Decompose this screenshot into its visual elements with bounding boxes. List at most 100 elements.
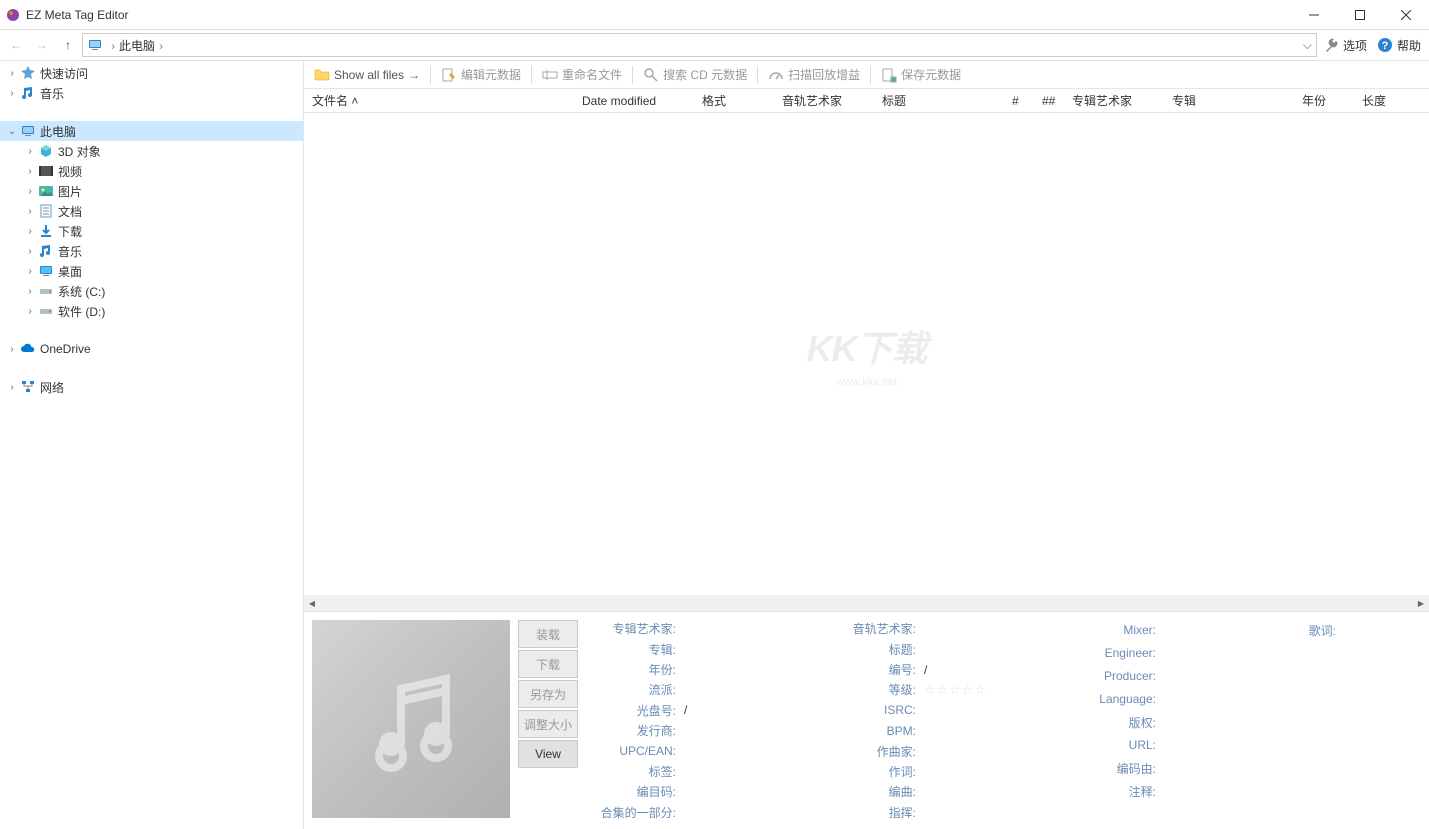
help-button[interactable]: ? 帮助 [1373, 33, 1425, 57]
tree-item[interactable]: ›音乐 [0, 241, 303, 261]
rename-icon [542, 67, 558, 83]
show-all-files-button[interactable]: Show all files → [308, 64, 426, 86]
tree-item[interactable]: ›文档 [0, 201, 303, 221]
column-header[interactable]: 长度 [1354, 89, 1414, 112]
column-header[interactable]: # [1004, 89, 1034, 112]
meta-field: Engineer: [1070, 643, 1280, 663]
edit-metadata-button[interactable]: 编辑元数据 [435, 64, 527, 86]
tree-item[interactable]: ›系统 (C:) [0, 281, 303, 301]
maximize-button[interactable] [1337, 0, 1383, 30]
column-header[interactable]: Date modified [574, 89, 694, 112]
tree-item[interactable]: ›网络 [0, 377, 303, 397]
scan-replay-gain-button[interactable]: 扫描回放增益 [762, 64, 866, 86]
chevron-right-icon[interactable]: › [6, 67, 18, 79]
meta-field: 音轨艺术家: [830, 620, 1070, 637]
address-dropdown[interactable]: ⌵ [1298, 38, 1316, 53]
horizontal-scrollbar[interactable]: ◀ ▶ [304, 595, 1429, 611]
meta-label: 流派: [590, 681, 680, 698]
meta-label: ISRC: [830, 703, 920, 717]
cover-action-button[interactable]: 另存为 [518, 680, 578, 708]
chevron-right-icon[interactable]: › [24, 145, 36, 157]
meta-field: 合集的一部分: [590, 804, 830, 821]
column-header[interactable]: 专辑艺术家 [1064, 89, 1164, 112]
meta-label: 合集的一部分: [590, 804, 680, 821]
tree-item[interactable]: ›图片 [0, 181, 303, 201]
address-bar[interactable]: ›此电脑› ⌵ [82, 33, 1317, 57]
documents-icon [38, 203, 54, 219]
chevron-right-icon[interactable]: › [6, 87, 18, 99]
meta-label: 年份: [590, 661, 680, 678]
chevron-right-icon[interactable]: › [24, 205, 36, 217]
column-header[interactable]: ## [1034, 89, 1064, 112]
tree-item[interactable]: ⌄ 此电脑 [0, 121, 303, 141]
chevron-right-icon[interactable]: › [24, 245, 36, 257]
chevron-right-icon[interactable]: › [24, 265, 36, 277]
tree-item[interactable]: ›音乐 [0, 83, 303, 103]
chevron-right-icon[interactable]: › [24, 225, 36, 237]
column-headers: 文件名 ˄Date modified格式音轨艺术家标题###专辑艺术家专辑年份长… [304, 89, 1429, 113]
tree-item[interactable]: ›3D 对象 [0, 141, 303, 161]
meta-value: / [680, 703, 830, 717]
search-cd-metadata-button[interactable]: 搜索 CD 元数据 [637, 64, 753, 86]
drive-icon [38, 283, 54, 299]
file-list: 文件名 ˄Date modified格式音轨艺术家标题###专辑艺术家专辑年份长… [304, 89, 1429, 611]
folder-icon [314, 67, 330, 83]
close-button[interactable] [1383, 0, 1429, 30]
meta-label: Language: [1070, 692, 1160, 706]
chevron-right-icon[interactable]: › [24, 185, 36, 197]
folder-tree[interactable]: ›快速访问›音乐⌄此电脑›3D 对象›视频›图片›文档›下载›音乐›桌面›系统 … [0, 61, 304, 829]
column-header[interactable]: 音轨艺术家 [774, 89, 874, 112]
wrench-icon [1323, 37, 1339, 53]
file-list-body[interactable]: KK下载 www.kkx.net [304, 113, 1429, 595]
meta-field: 歌词: [1280, 620, 1417, 640]
tree-item[interactable]: ›快速访问 [0, 63, 303, 83]
album-cover-placeholder [312, 620, 510, 818]
cover-action-button[interactable]: View [518, 740, 578, 768]
rename-files-button[interactable]: 重命名文件 [536, 64, 628, 86]
meta-label: 专辑: [590, 641, 680, 658]
column-header[interactable]: 文件名 ˄ [304, 89, 574, 112]
chevron-right-icon[interactable]: › [6, 381, 18, 393]
meta-field: 注释: [1070, 781, 1280, 801]
meta-value: ☆☆☆☆☆ [920, 683, 1070, 697]
tree-item[interactable]: ›软件 (D:) [0, 301, 303, 321]
cover-action-button[interactable]: 装载 [518, 620, 578, 648]
chevron-right-icon[interactable]: › [24, 305, 36, 317]
meta-label: URL: [1070, 738, 1160, 752]
tree-item[interactable]: ›桌面 [0, 261, 303, 281]
chevron-down-icon[interactable]: ⌄ [6, 125, 18, 137]
column-header[interactable]: 专辑 [1164, 89, 1294, 112]
meta-field: 作词: [830, 763, 1070, 780]
tree-item[interactable]: ›下载 [0, 221, 303, 241]
column-header[interactable]: 年份 [1294, 89, 1354, 112]
meta-field: 等级:☆☆☆☆☆ [830, 681, 1070, 698]
meta-label: Engineer: [1070, 646, 1160, 660]
save-metadata-button[interactable]: 保存元数据 [875, 64, 967, 86]
cover-action-button[interactable]: 调整大小 [518, 710, 578, 738]
meta-label: Producer: [1070, 669, 1160, 683]
chevron-right-icon[interactable]: › [24, 165, 36, 177]
meta-field: UPC/EAN: [590, 742, 830, 759]
meta-label: 作曲家: [830, 743, 920, 760]
meta-label: 标签: [590, 763, 680, 780]
chevron-right-icon[interactable]: › [24, 285, 36, 297]
scroll-left-icon[interactable]: ◀ [304, 595, 320, 611]
help-icon: ? [1377, 37, 1393, 53]
tree-item[interactable]: ›OneDrive [0, 339, 303, 359]
tree-item-label: 此电脑 [40, 123, 76, 140]
save-icon [881, 67, 897, 83]
options-button[interactable]: 选项 [1319, 33, 1371, 57]
tree-item[interactable]: ›视频 [0, 161, 303, 181]
chevron-right-icon[interactable]: › [6, 343, 18, 355]
nav-back-button[interactable]: ← [4, 33, 28, 57]
cover-action-button[interactable]: 下载 [518, 650, 578, 678]
nav-forward-button[interactable]: → [30, 33, 54, 57]
scroll-right-icon[interactable]: ▶ [1413, 595, 1429, 611]
nav-up-button[interactable]: ↑ [56, 33, 80, 57]
column-header[interactable]: 格式 [694, 89, 774, 112]
pc-icon [87, 37, 103, 53]
meta-label: 等级: [830, 681, 920, 698]
column-header[interactable]: 标题 [874, 89, 1004, 112]
pc-icon [20, 123, 36, 139]
minimize-button[interactable] [1291, 0, 1337, 30]
